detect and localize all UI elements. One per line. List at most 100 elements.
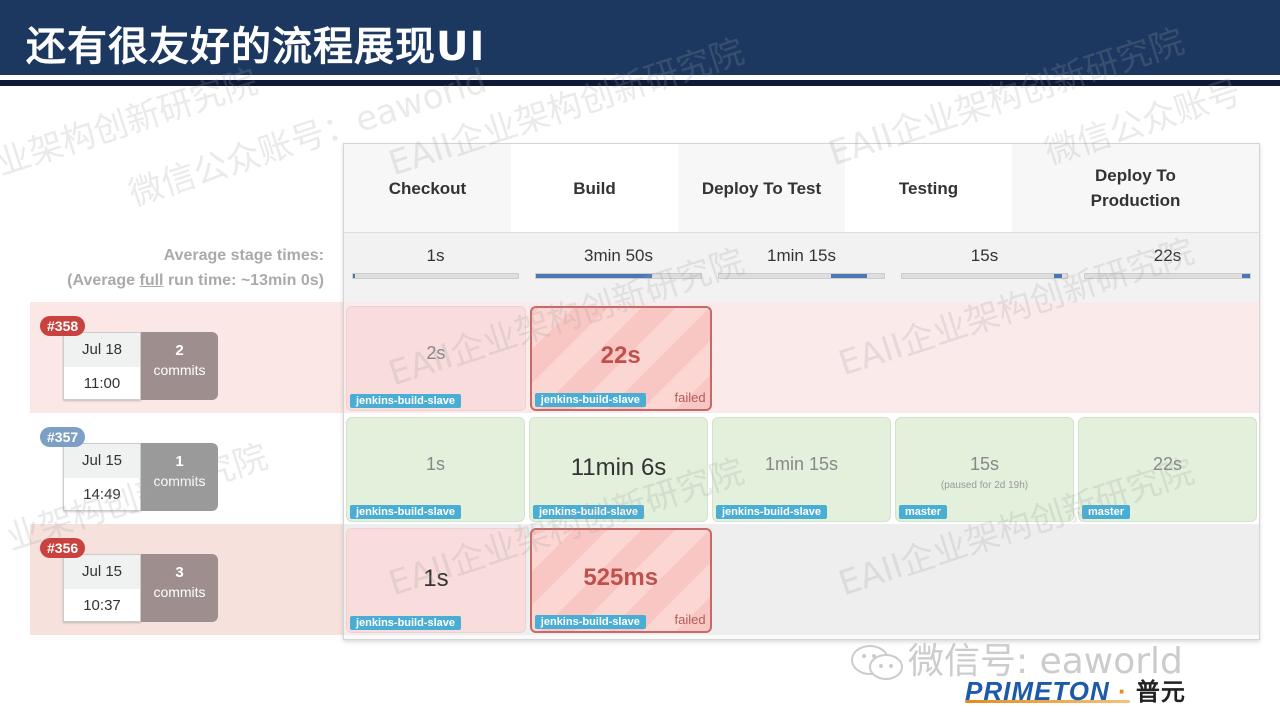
stage-cell[interactable]: 1min 15s jenkins-build-slave — [712, 417, 891, 522]
avg-stage-bar — [1084, 273, 1251, 279]
avg-stage-time: 22s — [1153, 246, 1182, 265]
node-badge[interactable]: master — [1082, 505, 1131, 519]
avg-stage-bar-fill — [353, 274, 356, 278]
paused-note: (paused for 2d 19h) — [940, 480, 1029, 491]
stage-header: Checkout — [344, 144, 511, 232]
stage-duration: 22s — [600, 342, 641, 369]
stage-cell-empty — [1079, 528, 1257, 633]
node-badge[interactable]: jenkins-build-slave — [534, 615, 646, 629]
commit-label: commits — [153, 584, 206, 600]
avg-stage-bar-fill — [831, 274, 868, 278]
runs-grid: 2s jenkins-build-slave 22s jenkins-build-sl… — [344, 302, 1259, 635]
stage-cell-empty — [716, 528, 894, 633]
primeton-logo: PRIMETON · 普元 — [965, 672, 1186, 707]
run-date: Jul 18 — [64, 333, 140, 367]
stage-duration: 15s — [969, 454, 1000, 474]
stage-duration: 2s — [426, 343, 446, 363]
run-row: 2s jenkins-build-slave 22s jenkins-build-sl… — [344, 302, 1259, 413]
run-time: 14:49 — [83, 486, 121, 503]
run-date: Jul 15 — [64, 555, 140, 589]
avg-stage-bar — [352, 273, 519, 279]
build-number-badge[interactable]: #357 — [40, 427, 86, 447]
commits-button[interactable]: 1 commits — [141, 443, 218, 511]
commit-label: commits — [153, 362, 206, 378]
avg-stage-cell: 1min 15s — [710, 233, 893, 302]
run-time: 11:00 — [83, 375, 121, 392]
run-date: Jul 15 — [64, 444, 140, 478]
stage-duration: 1s — [423, 565, 449, 592]
avg-stage-bar-fill — [1241, 274, 1250, 278]
run-label: #357 Jul 15 14:49 1 commits — [30, 413, 343, 524]
commit-label: commits — [153, 473, 206, 489]
failed-status: failed — [674, 390, 706, 405]
avg-stage-time: 15s — [970, 246, 999, 265]
avg-stage-time: 3min 50s — [584, 246, 653, 265]
stage-duration: 11min 6s — [570, 454, 667, 481]
wechat-icon — [848, 643, 908, 683]
brand-cn: 普元 — [1135, 679, 1186, 706]
avg-stage-cell: 15s — [893, 233, 1076, 302]
node-badge[interactable]: jenkins-build-slave — [350, 616, 462, 630]
node-badge[interactable]: jenkins-build-slave — [350, 505, 462, 519]
run-datetime: Jul 18 11:00 — [63, 332, 141, 400]
stage-cell-empty — [897, 528, 1075, 633]
avg-stage-time: 1min 15s — [767, 246, 836, 265]
avg-label-line2: (Average full run time: ~13min 0s) — [40, 268, 324, 293]
run-datetime: Jul 15 14:49 — [63, 443, 141, 511]
stage-header: Testing — [845, 144, 1012, 232]
avg-stage-bar — [535, 273, 702, 279]
stage-duration: 22s — [1152, 454, 1183, 474]
stage-duration: 1s — [425, 454, 445, 474]
node-badge[interactable]: jenkins-build-slave — [716, 505, 828, 519]
stage-header: Deploy To Test — [678, 144, 845, 232]
stage-cell[interactable]: 22s jenkins-build-slave failed — [529, 306, 712, 411]
full-run-link[interactable]: full — [140, 272, 164, 289]
brand-dot: · — [1118, 676, 1128, 706]
commit-count: 1 — [175, 453, 184, 470]
run-label: #356 Jul 15 10:37 3 commits — [30, 524, 343, 635]
stage-cell[interactable]: 525ms jenkins-build-slave failed — [529, 528, 712, 633]
failed-status: failed — [674, 612, 706, 627]
avg-stage-bar-fill — [1053, 274, 1063, 278]
stage-header: Deploy To Production — [1012, 144, 1259, 232]
stage-cell[interactable]: 1s jenkins-build-slave — [346, 528, 526, 633]
run-datetime: Jul 15 10:37 — [63, 554, 141, 622]
stage-duration: 525ms — [583, 564, 659, 591]
node-badge[interactable]: jenkins-build-slave — [533, 505, 645, 519]
header-stripe — [0, 80, 1280, 86]
node-badge[interactable]: jenkins-build-slave — [534, 393, 646, 407]
stage-cell[interactable]: 11min 6s jenkins-build-slave — [529, 417, 708, 522]
stage-cell-empty — [897, 306, 1075, 411]
commits-button[interactable]: 2 commits — [141, 332, 218, 400]
avg-label-pre: (Average — [67, 272, 140, 289]
stage-cell-empty — [716, 306, 894, 411]
avg-label-line1: Average stage times: — [163, 247, 324, 264]
avg-stage-time: 1s — [426, 246, 445, 265]
brand-text: PRIMETON — [965, 676, 1110, 706]
avg-stage-cell: 1s — [344, 233, 527, 302]
average-stage-times-label: Average stage times: (Average full run t… — [40, 243, 324, 293]
run-label: #358 Jul 18 11:00 2 commits — [30, 302, 343, 413]
run-row: 1s jenkins-build-slave 11min 6s jenkins-bui… — [344, 413, 1259, 524]
avg-stage-cell: 3min 50s — [527, 233, 710, 302]
stage-cell[interactable]: 1s jenkins-build-slave — [346, 417, 525, 522]
avg-stage-bar — [901, 273, 1068, 279]
stage-view-table: Checkout Build Deploy To Test Testing Deploy… — [343, 143, 1260, 640]
avg-stage-cell: 22s — [1076, 233, 1259, 302]
average-times-row: 1s 3min 50s 1min 15s 15s 22s — [344, 232, 1259, 302]
avg-stage-bar — [718, 273, 885, 279]
commit-count: 3 — [175, 564, 184, 581]
stage-cell[interactable]: 22s master — [1078, 417, 1257, 522]
node-badge[interactable]: jenkins-build-slave — [350, 394, 462, 408]
commits-button[interactable]: 3 commits — [141, 554, 218, 622]
stage-cell[interactable]: 15s (paused for 2d 19h) master — [895, 417, 1074, 522]
run-time: 10:37 — [83, 597, 121, 614]
node-badge[interactable]: master — [899, 505, 948, 519]
stage-header: Build — [511, 144, 678, 232]
build-number-badge[interactable]: #356 — [40, 538, 86, 558]
avg-stage-bar-fill — [536, 274, 652, 278]
slide-title: 还有很友好的流程展现UI — [26, 24, 486, 70]
stage-cell[interactable]: 2s jenkins-build-slave — [346, 306, 526, 411]
stage-headers: Checkout Build Deploy To Test Testing Deploy… — [344, 144, 1259, 232]
build-number-badge[interactable]: #358 — [40, 316, 86, 336]
